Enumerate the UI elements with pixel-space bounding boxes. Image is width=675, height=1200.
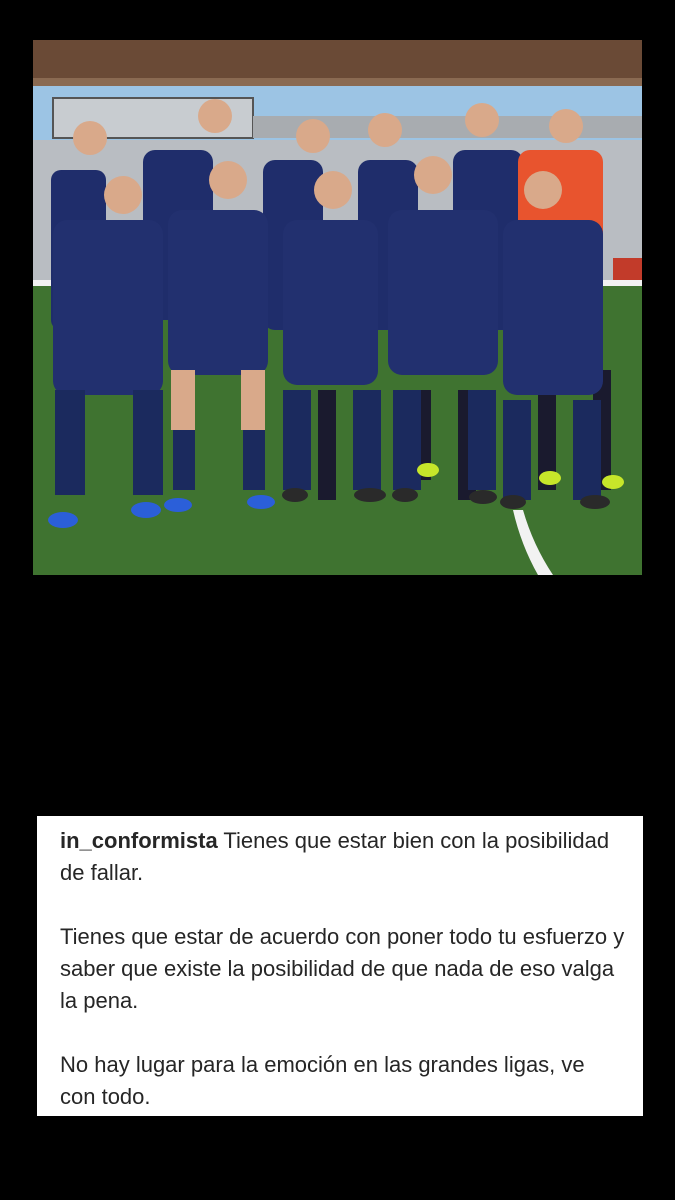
username-link[interactable]: in_conformista	[60, 828, 218, 853]
caption-paragraph: in_conformista Tienes que estar bien con…	[60, 825, 625, 889]
team-photo[interactable]	[33, 40, 642, 575]
caption-paragraph: Tienes que estar de acuerdo con poner to…	[60, 924, 625, 1013]
caption-paragraph: No hay lugar para la emoción en las gran…	[60, 1052, 585, 1109]
post-caption: in_conformista Tienes que estar bien con…	[37, 816, 643, 1116]
team-photo-image	[33, 40, 642, 575]
